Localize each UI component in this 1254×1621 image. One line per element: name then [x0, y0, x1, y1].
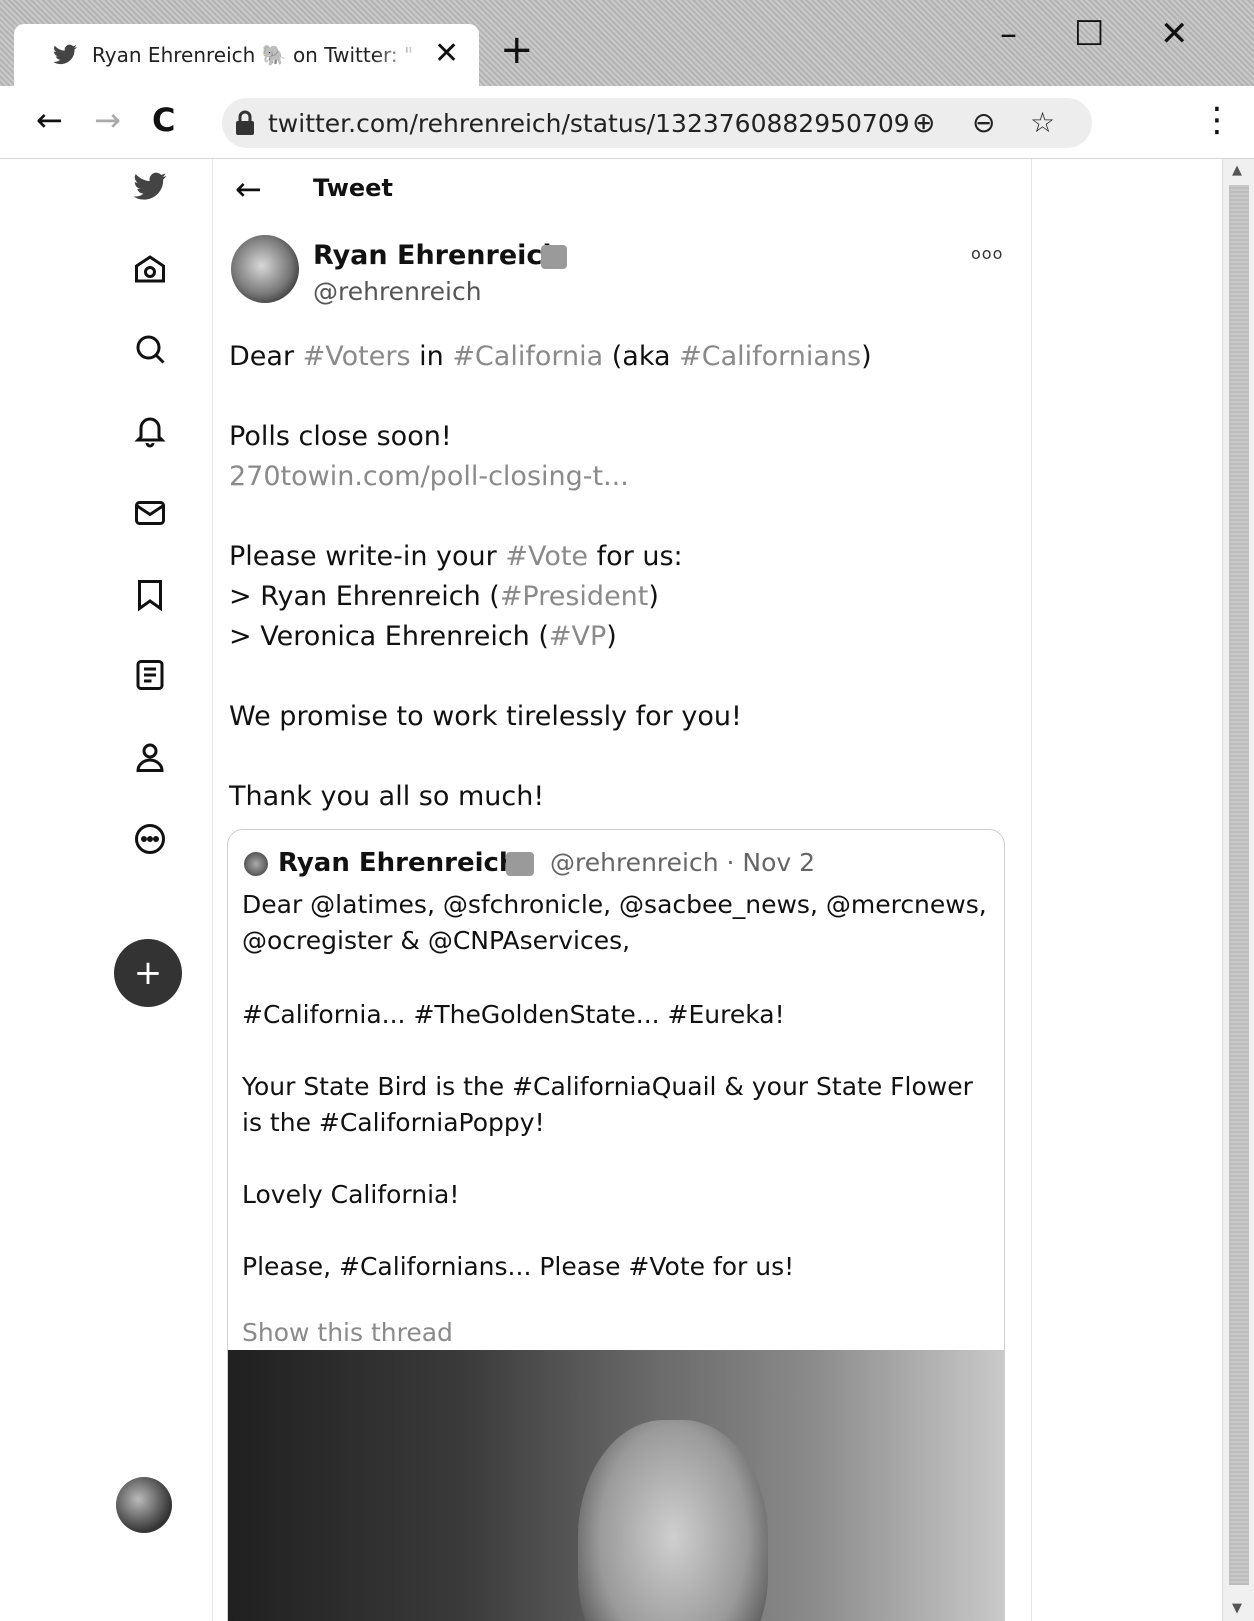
- author-handle[interactable]: @rehrenreich: [313, 275, 482, 309]
- messages-mail-icon[interactable]: [132, 495, 168, 531]
- page-title: Tweet: [313, 174, 393, 202]
- lock-icon: [236, 110, 254, 135]
- bookmark-star-icon[interactable]: ☆: [1030, 106, 1055, 140]
- hashtag-link[interactable]: #President: [500, 581, 649, 612]
- home-icon[interactable]: [132, 251, 168, 287]
- tweet-line: Polls close soon!: [229, 421, 452, 452]
- text: > Ryan Ehrenreich (: [229, 581, 500, 612]
- more-options-icon[interactable]: [132, 821, 168, 857]
- tweet-line: Thank you all so much!: [229, 781, 545, 812]
- tweet-line: Please write-in your #Vote for us:: [229, 539, 683, 575]
- back-arrow-icon[interactable]: ←: [235, 169, 262, 209]
- new-tab-button[interactable]: +: [500, 30, 534, 70]
- scrollbar[interactable]: ▲ ▼: [1222, 159, 1254, 1621]
- hashtag-link[interactable]: #Californians: [679, 341, 861, 372]
- minimize-button[interactable]: –: [1000, 14, 1017, 54]
- url-text[interactable]: twitter.com/rehrenreich/status/132376088…: [268, 108, 908, 140]
- text: Dear: [229, 341, 303, 372]
- quoted-line: is the #CaliforniaPoppy!: [242, 1108, 545, 1137]
- text: in: [410, 341, 453, 372]
- tweet-line: We promise to work tirelessly for you!: [229, 701, 742, 732]
- scroll-down-icon[interactable]: ▼: [1232, 1601, 1242, 1616]
- browser-titlebar: Ryan Ehrenreich 🐘 on Twitter: " ✕ + – ☐ …: [0, 0, 1254, 86]
- quoted-line: #California... #TheGoldenState... #Eurek…: [242, 1000, 785, 1029]
- text: Please write-in your: [229, 541, 506, 572]
- compose-plus-icon: +: [133, 953, 163, 993]
- author-name[interactable]: Ryan Ehrenreich: [313, 239, 562, 273]
- tweet-line: Dear #Voters in #California (aka #Califo…: [229, 339, 872, 375]
- quoted-line: Your State Bird is the #CaliforniaQuail …: [242, 1072, 973, 1101]
- page-viewport: + ← Tweet Ryan Ehrenreich @rehrenreich o…: [0, 159, 1222, 1621]
- browser-toolbar: ← → C twitter.com/rehrenreich/status/132…: [0, 86, 1254, 159]
- maximize-button[interactable]: ☐: [1074, 14, 1104, 54]
- text: ): [606, 621, 617, 652]
- quoted-line: Please, #Californians... Please #Vote fo…: [242, 1252, 795, 1281]
- text: ): [861, 341, 872, 372]
- url-link[interactable]: 270towin.com/poll-closing-t...: [229, 459, 629, 495]
- quoted-line: Dear @latimes, @sfchronicle, @sacbee_new…: [242, 890, 987, 919]
- text: (aka: [603, 341, 680, 372]
- twitter-favicon-icon: [53, 44, 77, 65]
- account-avatar[interactable]: [116, 1477, 172, 1533]
- tweet-line: > Ryan Ehrenreich (#President): [229, 579, 659, 615]
- close-window-button[interactable]: ✕: [1160, 14, 1189, 54]
- tweet-line: > Veronica Ehrenreich (#VP): [229, 619, 617, 655]
- quoted-author-name: Ryan Ehrenreich: [278, 848, 518, 878]
- quoted-tweet[interactable]: Ryan Ehrenreich @rehrenreich · Nov 2 Dea…: [227, 829, 1005, 1621]
- install-plus-icon[interactable]: ⊕: [912, 106, 935, 140]
- tab-close-icon[interactable]: ✕: [434, 36, 459, 72]
- photo-subject: [578, 1420, 768, 1621]
- tab-title: Ryan Ehrenreich 🐘 on Twitter: ": [92, 43, 414, 67]
- quoted-line: @ocregister & @CNPAservices,: [242, 926, 631, 955]
- lists-icon[interactable]: [132, 657, 168, 693]
- scrollbar-thumb[interactable]: [1229, 185, 1249, 1585]
- browser-tab[interactable]: Ryan Ehrenreich 🐘 on Twitter: " ✕: [14, 24, 479, 86]
- elephant-badge-icon: [506, 852, 534, 876]
- elephant-badge-icon: [541, 245, 567, 269]
- twitter-logo-icon[interactable]: [132, 169, 168, 205]
- hashtag-link[interactable]: #California: [452, 341, 603, 372]
- bookmarks-icon[interactable]: [132, 577, 168, 613]
- quoted-line: Lovely California!: [242, 1180, 460, 1209]
- reload-icon[interactable]: C: [152, 100, 175, 140]
- show-thread-link[interactable]: Show this thread: [242, 1316, 453, 1350]
- quoted-author-avatar: [244, 852, 268, 876]
- notifications-bell-icon[interactable]: [132, 413, 168, 449]
- text: > Veronica Ehrenreich (: [229, 621, 549, 652]
- hashtag-link[interactable]: #Vote: [505, 541, 588, 572]
- author-avatar[interactable]: [231, 235, 299, 303]
- compose-tweet-button[interactable]: +: [114, 939, 182, 1007]
- forward-arrow-icon[interactable]: →: [94, 100, 121, 140]
- quoted-meta: @rehrenreich · Nov 2: [550, 848, 816, 877]
- hashtag-link[interactable]: #Voters: [303, 341, 411, 372]
- address-bar[interactable]: twitter.com/rehrenreich/status/132376088…: [222, 98, 1092, 148]
- browser-menu-icon[interactable]: ⋮: [1200, 100, 1234, 140]
- quoted-photo[interactable]: [228, 1350, 1004, 1621]
- hashtag-link[interactable]: #VP: [549, 621, 606, 652]
- main-column: ← Tweet Ryan Ehrenreich @rehrenreich ooo…: [212, 159, 1032, 1621]
- text: for us:: [588, 541, 683, 572]
- more-menu-icon[interactable]: ooo: [971, 239, 1003, 269]
- back-arrow-icon[interactable]: ←: [36, 100, 63, 140]
- search-icon[interactable]: [132, 331, 168, 367]
- zoom-icon[interactable]: ⊖: [972, 106, 995, 140]
- scroll-up-icon[interactable]: ▲: [1232, 163, 1242, 178]
- text: ): [648, 581, 659, 612]
- profile-icon[interactable]: [132, 739, 168, 775]
